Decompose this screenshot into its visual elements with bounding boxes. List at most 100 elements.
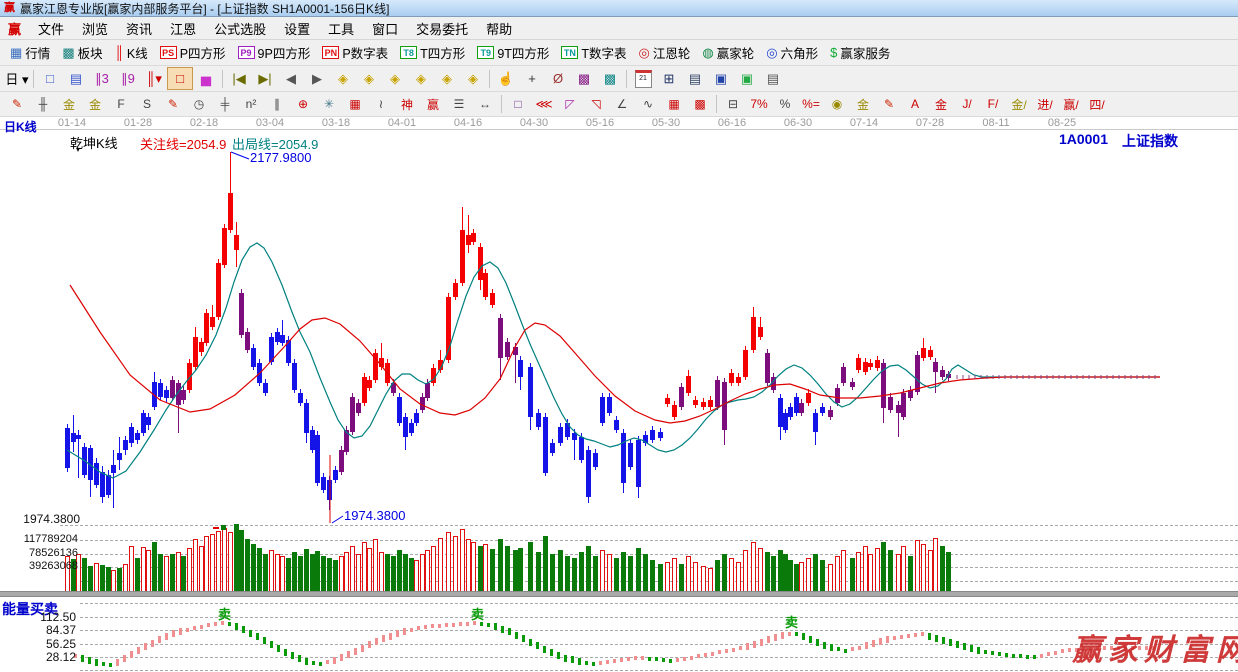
indicator-bar: [144, 643, 147, 650]
price-grid2-tool[interactable]: ▩: [687, 93, 713, 115]
compass-target-tool[interactable]: ⊕: [290, 93, 316, 115]
toolbar-button-p-number-table[interactable]: PNP数字表: [316, 41, 394, 64]
toolbar-button-sector-blocks[interactable]: ▩板块: [56, 41, 108, 64]
candle-style-dropdown[interactable]: ║▾: [141, 67, 167, 90]
menu-item-文件[interactable]: 文件: [29, 17, 73, 40]
calendar-icon[interactable]: 21: [630, 67, 656, 90]
crosshair-icon[interactable]: +: [519, 67, 545, 90]
radial-web-tool[interactable]: ✳: [316, 93, 342, 115]
toolbar-button-t-number-table[interactable]: TNT数字表: [555, 41, 632, 64]
si-line-tool[interactable]: 四/: [1084, 93, 1110, 115]
menu-item-浏览[interactable]: 浏览: [73, 17, 117, 40]
time-circle-tool[interactable]: ◷: [186, 93, 212, 115]
percent-line-tool[interactable]: %=: [798, 93, 824, 115]
region-select-icon[interactable]: □: [37, 67, 63, 90]
toolbar-button-market-quotes[interactable]: ▦行情: [4, 41, 56, 64]
pen-tool[interactable]: ✎: [4, 93, 30, 115]
percent-table-tool[interactable]: ⊟: [720, 93, 746, 115]
menu-item-工具[interactable]: 工具: [319, 17, 363, 40]
j-line-tool[interactable]: J/: [954, 93, 980, 115]
trend-angle-tool[interactable]: ∠: [609, 93, 635, 115]
diamond-right-icon[interactable]: ◈: [356, 67, 382, 90]
scale-wide-tool[interactable]: ╪: [212, 93, 238, 115]
shen-tool[interactable]: 神: [394, 93, 420, 115]
measure-quote-tool[interactable]: ≀: [368, 93, 394, 115]
gold-circle-tool[interactable]: ◉: [824, 93, 850, 115]
mini-chart-9-icon[interactable]: ∥9: [115, 67, 141, 90]
span-arrows-tool[interactable]: ↔: [472, 93, 498, 115]
first-bar-button[interactable]: |◀: [226, 67, 252, 90]
print-icon[interactable]: ▤: [760, 67, 786, 90]
panel-separator[interactable]: [0, 591, 1238, 597]
prev-bar-button[interactable]: ◀: [278, 67, 304, 90]
toolbar-button-kline-chart[interactable]: ║K线: [109, 41, 154, 64]
ying-tool[interactable]: 赢: [420, 93, 446, 115]
toolbar-button-9t-square[interactable]: T99T四方形: [471, 41, 555, 64]
gold-slash-tool[interactable]: 金/: [1006, 93, 1032, 115]
percent-red-tool[interactable]: 7%: [746, 93, 772, 115]
toolbar-button-winner-service[interactable]: $赢家服务: [824, 41, 896, 64]
fan-rays-tool[interactable]: ⋘: [531, 93, 557, 115]
diamond-left-icon[interactable]: ◈: [330, 67, 356, 90]
region-red-icon[interactable]: □: [167, 67, 193, 90]
gold-segment2-tool[interactable]: 金: [82, 93, 108, 115]
period-day-dropdown[interactable]: 日 ▾: [4, 67, 30, 90]
save-icon[interactable]: ▣: [708, 67, 734, 90]
menu-item-江恩[interactable]: 江恩: [161, 17, 205, 40]
fib-f-tool[interactable]: F: [108, 93, 134, 115]
gold-segment-tool[interactable]: 金: [56, 93, 82, 115]
diamond-center-icon[interactable]: ◈: [408, 67, 434, 90]
pen-candle-tool[interactable]: ✎: [876, 93, 902, 115]
percent-tool[interactable]: %: [772, 93, 798, 115]
ying-line-tool[interactable]: 赢/: [1058, 93, 1084, 115]
form-list-icon[interactable]: ▤: [63, 67, 89, 90]
menu-item-帮助[interactable]: 帮助: [477, 17, 521, 40]
menu-item-交易委托[interactable]: 交易委托: [407, 17, 477, 40]
calculator-icon[interactable]: ⊞: [656, 67, 682, 90]
p-number-table-label: P数字表: [342, 43, 388, 62]
last-bar-button[interactable]: ▶|: [252, 67, 278, 90]
menu-item-设置[interactable]: 设置: [275, 17, 319, 40]
diamond-hsplit-icon[interactable]: ◈: [382, 67, 408, 90]
ruler-count-tool[interactable]: ☰: [446, 93, 472, 115]
gold-underline-tool[interactable]: 金: [850, 93, 876, 115]
mirror-angle-tool[interactable]: ∥: [264, 93, 290, 115]
mini-chart-3-icon[interactable]: ∥3: [89, 67, 115, 90]
toolbar-button-hexagon[interactable]: ◎六角形: [760, 41, 824, 64]
toolbar-button-9p-square[interactable]: P99P四方形: [232, 41, 317, 64]
f-line-tool[interactable]: F/: [980, 93, 1006, 115]
spiral-tool[interactable]: S: [134, 93, 160, 115]
zoom-cancel-icon[interactable]: Ø: [545, 67, 571, 90]
price-grid-tool[interactable]: ▦: [661, 93, 687, 115]
diamond-star-icon[interactable]: ◈: [434, 67, 460, 90]
hand-drag-icon[interactable]: ☝: [493, 67, 519, 90]
fan-grid-tool[interactable]: ◸: [557, 93, 583, 115]
toolbar-button-t-square[interactable]: T8T四方形: [394, 41, 471, 64]
chart-area[interactable]: 日K线 01-1401-2802-1803-0403-1804-0104-160…: [0, 117, 1238, 672]
pattern-teal-icon[interactable]: ▩: [597, 67, 623, 90]
zigzag-wave-tool[interactable]: ∿: [635, 93, 661, 115]
pattern-purple-icon[interactable]: ▩: [571, 67, 597, 90]
n-square-tool[interactable]: n²: [238, 93, 264, 115]
candle-body: [565, 423, 570, 437]
memo-icon[interactable]: ▤: [682, 67, 708, 90]
wave-a-tool[interactable]: A: [902, 93, 928, 115]
fan-grid-red-tool[interactable]: ◹: [583, 93, 609, 115]
toolbar-button-winner-wheel[interactable]: ◍赢家轮: [696, 41, 760, 64]
menu-item-公式选股[interactable]: 公式选股: [205, 17, 275, 40]
square-frame-tool[interactable]: □: [505, 93, 531, 115]
pen-angle-tool[interactable]: ✎: [160, 93, 186, 115]
jin-line-tool[interactable]: 进/: [1032, 93, 1058, 115]
toolbar-button-p-square[interactable]: PSP四方形: [154, 41, 232, 64]
next-bar-button[interactable]: ▶: [304, 67, 330, 90]
menu-item-窗口[interactable]: 窗口: [363, 17, 407, 40]
gann-scale-tool[interactable]: ╫: [30, 93, 56, 115]
gold-red-tool[interactable]: 金: [928, 93, 954, 115]
grid-target-tool[interactable]: ▦: [342, 93, 368, 115]
kline-type-caret-icon[interactable]: ▾: [76, 145, 80, 154]
toolbar-button-gann-wheel[interactable]: ◎江恩轮: [633, 41, 697, 64]
volume-color-icon[interactable]: ▅: [193, 67, 219, 90]
menu-item-资讯[interactable]: 资讯: [117, 17, 161, 40]
save-web-icon[interactable]: ▣: [734, 67, 760, 90]
diamond-plus-icon[interactable]: ◈: [460, 67, 486, 90]
